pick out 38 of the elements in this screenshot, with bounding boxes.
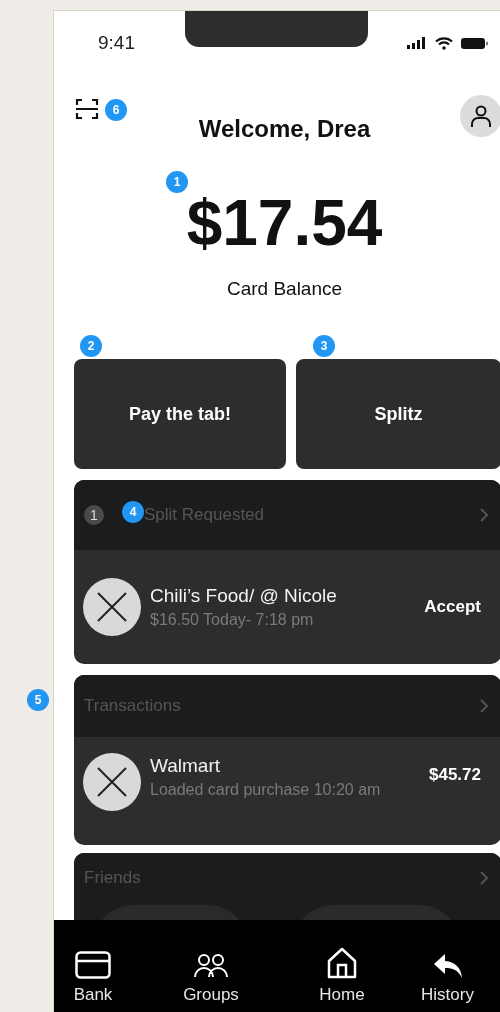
people-icon — [193, 953, 229, 979]
home-icon — [326, 947, 358, 979]
step-marker: 5 — [27, 689, 49, 711]
chevron-icon — [479, 507, 489, 523]
signal-icon — [407, 37, 427, 49]
reply-arrow-icon — [432, 953, 463, 979]
section-title: Friends — [84, 868, 142, 888]
status-time: 9:41 — [98, 32, 135, 54]
row-title: Walmart — [150, 755, 222, 777]
section-title: Transactions — [84, 696, 182, 716]
tab-item[interactable]: Bank — [54, 920, 132, 1012]
count-badge: 1 — [84, 505, 104, 525]
placeholder-icon — [83, 578, 141, 636]
tab-item[interactable]: Home — [290, 920, 394, 1012]
balance-label: Card Balance — [225, 278, 344, 300]
section-title: Split Requested — [144, 505, 266, 525]
welcome-title: Welcome, Drea — [198, 115, 371, 143]
split-request-row[interactable]: Chili’s Food/ @ Nicole $16.50 Today- 7:18 pm Accept — [74, 550, 500, 664]
row-subtitle: Loaded card purchase 10:20 am — [150, 781, 382, 799]
person-icon — [470, 104, 492, 128]
action-button[interactable]: Splitz — [296, 359, 500, 469]
action-button[interactable]: Pay the tab! — [74, 359, 286, 469]
row-subtitle: $16.50 Today- 7:18 pm — [150, 611, 315, 629]
wifi-icon — [435, 36, 453, 50]
placeholder-icon — [83, 753, 141, 811]
scan-icon[interactable] — [75, 98, 99, 120]
transaction-amount: $45.72 — [429, 765, 481, 785]
chevron-icon — [479, 870, 489, 886]
card-icon — [75, 951, 111, 979]
row-title: Chili’s Food/ @ Nicole — [150, 585, 338, 607]
tab-item[interactable]: History — [394, 920, 500, 1012]
profile-button[interactable] — [460, 95, 500, 137]
balance-amount: $17.54 — [185, 188, 384, 258]
transaction-row[interactable]: Walmart Loaded card purchase 10:20 am $45.72 — [74, 737, 500, 845]
tab-item[interactable]: Groups — [132, 920, 290, 1012]
accept-button[interactable]: Accept — [424, 597, 481, 617]
battery-icon — [461, 36, 489, 50]
chevron-icon — [479, 698, 489, 714]
